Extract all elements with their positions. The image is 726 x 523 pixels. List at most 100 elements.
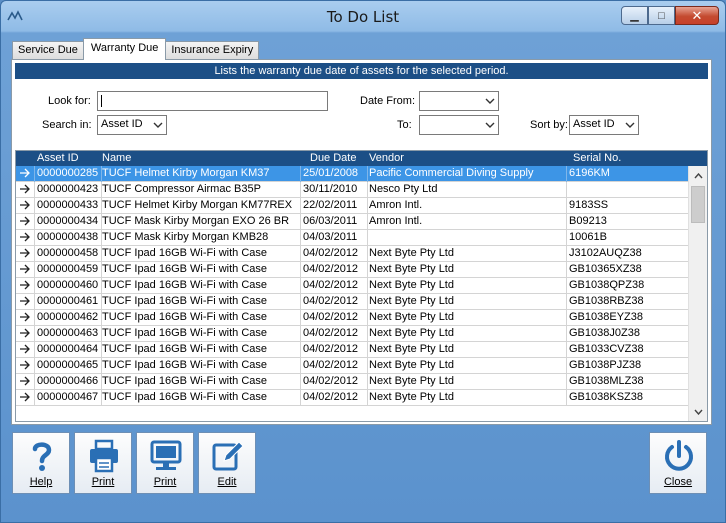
table-row[interactable]: 0000000423 TUCF Compressor Airmac B35P 30/… bbox=[16, 182, 688, 198]
cell-name: TUCF Helmet Kirby Morgan KM37 bbox=[102, 167, 270, 179]
arrow-right-icon bbox=[20, 168, 30, 178]
grid-divider bbox=[34, 294, 35, 310]
sort-by-select[interactable]: Asset ID bbox=[569, 115, 639, 135]
help-button[interactable]: Help bbox=[12, 432, 70, 494]
look-for-input[interactable] bbox=[97, 91, 328, 111]
maximize-button[interactable]: □ bbox=[648, 6, 675, 25]
cell-due-date: 30/11/2010 bbox=[303, 183, 358, 195]
cell-vendor: Next Byte Pty Ltd bbox=[369, 343, 454, 355]
print-list-button[interactable]: Print bbox=[74, 432, 132, 494]
arrow-right-icon bbox=[20, 376, 30, 386]
table-row[interactable]: 0000000458 TUCF Ipad 16GB Wi-Fi with Case… bbox=[16, 246, 688, 262]
cell-vendor: Pacific Commercial Diving Supply bbox=[369, 167, 534, 179]
table-row[interactable]: 0000000433 TUCF Helmet Kirby Morgan KM77R… bbox=[16, 198, 688, 214]
printer-icon bbox=[90, 439, 118, 473]
scroll-down-button[interactable] bbox=[689, 403, 707, 420]
cell-serial-no: 6196KM bbox=[569, 167, 610, 179]
cell-asset-id: 0000000459 bbox=[37, 263, 99, 275]
window-close-button[interactable]: ✕ bbox=[675, 6, 719, 25]
grid-divider bbox=[34, 374, 35, 390]
question-mark-icon bbox=[32, 442, 52, 471]
cell-serial-no: GB1038QPZ38 bbox=[569, 279, 645, 291]
cell-name: TUCF Helmet Kirby Morgan KM77REX bbox=[102, 199, 293, 211]
grid-rows: 0000000285 TUCF Helmet Kirby Morgan KM37 2… bbox=[16, 166, 688, 406]
edit-label: Edit bbox=[217, 476, 237, 488]
cell-vendor: Nesco Pty Ltd bbox=[369, 183, 438, 195]
grid-divider bbox=[367, 182, 368, 198]
search-in-select[interactable]: Asset ID bbox=[97, 115, 167, 135]
print-preview-label: Print bbox=[153, 476, 177, 488]
tab-strip: Service Due Warranty Due Insurance Expir… bbox=[12, 38, 260, 60]
cell-name: TUCF Ipad 16GB Wi-Fi with Case bbox=[102, 247, 268, 259]
grid-divider bbox=[367, 214, 368, 230]
warranty-due-grid[interactable]: Asset ID Name Due Date Vendor Serial No.… bbox=[15, 150, 708, 422]
cell-asset-id: 0000000285 bbox=[37, 167, 99, 179]
cell-asset-id: 0000000433 bbox=[37, 199, 99, 211]
cell-due-date: 04/02/2012 bbox=[303, 375, 359, 387]
table-row[interactable]: 0000000462 TUCF Ipad 16GB Wi-Fi with Case… bbox=[16, 310, 688, 326]
cell-serial-no bbox=[569, 183, 684, 198]
table-row[interactable]: 0000000465 TUCF Ipad 16GB Wi-Fi with Case… bbox=[16, 358, 688, 374]
grid-divider bbox=[566, 342, 567, 358]
table-row[interactable]: 0000000459 TUCF Ipad 16GB Wi-Fi with Case… bbox=[16, 262, 688, 278]
grid-divider bbox=[34, 262, 35, 278]
to-do-list-window: To Do List ▁ □ ✕ Service Due Warranty Du… bbox=[0, 0, 726, 523]
column-header-vendor[interactable]: Vendor bbox=[369, 152, 404, 164]
grid-divider bbox=[566, 166, 567, 182]
tab-insurance-expiry[interactable]: Insurance Expiry bbox=[165, 41, 260, 60]
cell-asset-id: 0000000463 bbox=[37, 327, 99, 339]
column-header-name[interactable]: Name bbox=[102, 152, 131, 164]
table-row[interactable]: 0000000463 TUCF Ipad 16GB Wi-Fi with Case… bbox=[16, 326, 688, 342]
search-in-value: Asset ID bbox=[101, 118, 143, 130]
cell-due-date: 04/02/2012 bbox=[303, 327, 359, 339]
cell-vendor: Next Byte Pty Ltd bbox=[369, 391, 454, 403]
minimize-icon: ▁ bbox=[630, 10, 639, 22]
table-row[interactable]: 0000000466 TUCF Ipad 16GB Wi-Fi with Case… bbox=[16, 374, 688, 390]
cell-vendor bbox=[369, 231, 566, 246]
grid-divider bbox=[34, 326, 35, 342]
grid-divider bbox=[34, 310, 35, 326]
arrow-right-icon bbox=[20, 344, 30, 354]
date-from-picker[interactable] bbox=[419, 91, 499, 111]
cell-serial-no: GB1038EYZ38 bbox=[569, 311, 643, 323]
grid-divider bbox=[367, 326, 368, 342]
table-row[interactable]: 0000000467 TUCF Ipad 16GB Wi-Fi with Case… bbox=[16, 390, 688, 406]
cell-name: TUCF Ipad 16GB Wi-Fi with Case bbox=[102, 359, 268, 371]
edit-button[interactable]: Edit bbox=[198, 432, 256, 494]
column-header-due-date[interactable]: Due Date bbox=[310, 152, 356, 164]
table-row[interactable]: 0000000434 TUCF Mask Kirby Morgan EXO 26 … bbox=[16, 214, 688, 230]
arrow-right-icon bbox=[20, 184, 30, 194]
sort-by-value: Asset ID bbox=[573, 118, 615, 130]
cell-serial-no: 10061B bbox=[569, 231, 607, 243]
cell-serial-no: GB1033CVZ38 bbox=[569, 343, 644, 355]
column-header-asset-id[interactable]: Asset ID bbox=[37, 152, 79, 164]
cell-asset-id: 0000000438 bbox=[37, 231, 99, 243]
grid-divider bbox=[566, 198, 567, 214]
cell-vendor: Next Byte Pty Ltd bbox=[369, 359, 454, 371]
table-row[interactable]: 0000000285 TUCF Helmet Kirby Morgan KM37 2… bbox=[16, 166, 688, 182]
title-bar[interactable]: To Do List ▁ □ ✕ bbox=[1, 1, 725, 33]
table-row[interactable]: 0000000460 TUCF Ipad 16GB Wi-Fi with Case… bbox=[16, 278, 688, 294]
table-row[interactable]: 0000000461 TUCF Ipad 16GB Wi-Fi with Case… bbox=[16, 294, 688, 310]
print-preview-button[interactable]: Print bbox=[136, 432, 194, 494]
column-header-serial-no[interactable]: Serial No. bbox=[573, 152, 621, 164]
minimize-button[interactable]: ▁ bbox=[621, 6, 648, 25]
grid-divider bbox=[34, 342, 35, 358]
scroll-up-button[interactable] bbox=[689, 167, 707, 184]
close-button[interactable]: Close bbox=[649, 432, 707, 494]
cell-asset-id: 0000000464 bbox=[37, 343, 99, 355]
tab-service-due[interactable]: Service Due bbox=[12, 41, 84, 60]
window-title: To Do List bbox=[326, 8, 400, 26]
vertical-scrollbar[interactable] bbox=[688, 166, 707, 421]
date-to-picker[interactable] bbox=[419, 115, 499, 135]
tab-warranty-due[interactable]: Warranty Due bbox=[82, 38, 167, 60]
cell-vendor: Next Byte Pty Ltd bbox=[369, 279, 454, 291]
help-label: Help bbox=[29, 476, 53, 488]
cell-serial-no: GB1038KSZ38 bbox=[569, 391, 643, 403]
table-row[interactable]: 0000000438 TUCF Mask Kirby Morgan KMB28 04… bbox=[16, 230, 688, 246]
grid-divider bbox=[566, 278, 567, 294]
scroll-thumb[interactable] bbox=[691, 186, 705, 223]
grid-divider bbox=[367, 166, 368, 182]
cell-serial-no: 9183SS bbox=[569, 199, 609, 211]
table-row[interactable]: 0000000464 TUCF Ipad 16GB Wi-Fi with Case… bbox=[16, 342, 688, 358]
